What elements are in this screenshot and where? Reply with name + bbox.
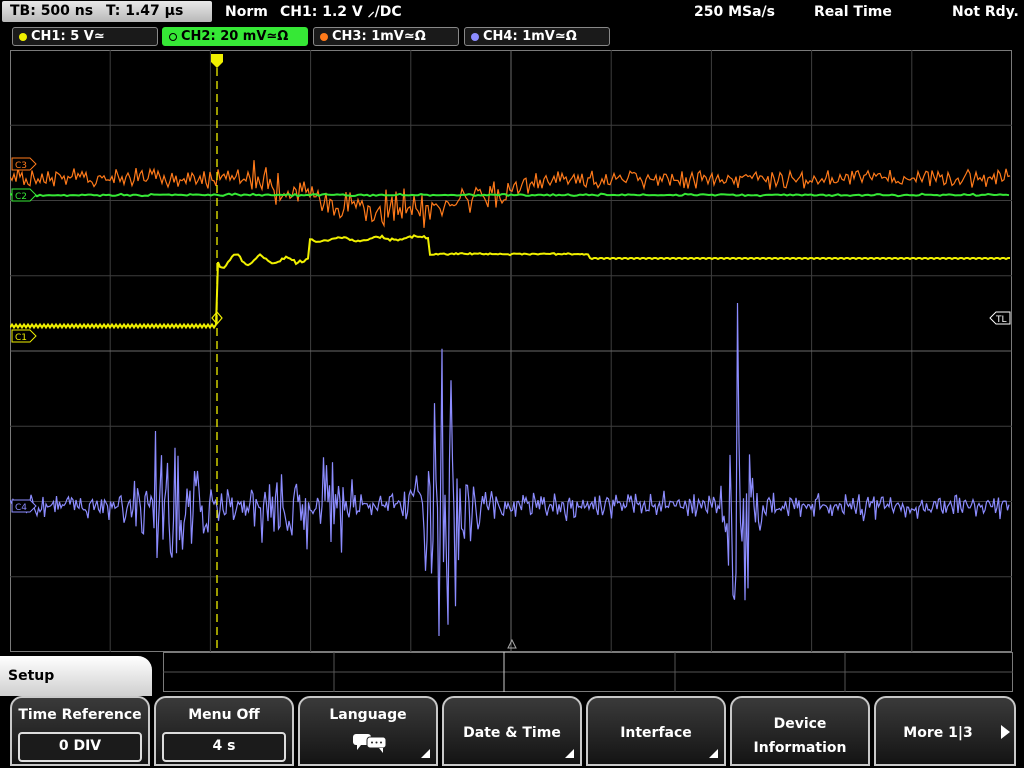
acquisition-state: Not Rdy. (952, 4, 1019, 20)
timebase-readout: TB: 500 ns (10, 3, 94, 19)
date-time-button[interactable]: Date & Time (442, 696, 582, 766)
softkey-label: More 1|3 (903, 725, 973, 741)
ch1-dot-icon (19, 33, 27, 41)
language-button[interactable]: Language (298, 696, 438, 766)
softkey-label: Time Reference (18, 707, 142, 723)
channel-tab-label: CH2: 20 mV≃Ω (181, 29, 289, 44)
channel-tab-ch4[interactable]: CH4: 1mV≃Ω (464, 27, 610, 46)
svg-text:C4: C4 (15, 503, 27, 513)
ch4-dot-icon (471, 33, 479, 41)
device-information-button[interactable]: Device Information (730, 696, 870, 766)
interface-button[interactable]: Interface (586, 696, 726, 766)
trigger-info[interactable]: CH1: 1.2 V ⸝/DC (280, 3, 402, 21)
softkey-label: Device Information (732, 712, 868, 760)
svg-text:TL: TL (995, 315, 1007, 325)
svg-text:C3: C3 (15, 161, 27, 171)
channel-tab-label: CH3: 1mV≃Ω (332, 29, 426, 44)
softkey-label: Menu Off (188, 707, 260, 723)
svg-text:C1: C1 (15, 333, 27, 343)
trigger-mode[interactable]: Norm (225, 3, 268, 21)
acquisition-mode: Real Time (814, 4, 892, 20)
sample-rate: 250 MSa/s (694, 4, 776, 20)
time-reference-value: 0 DIV (18, 732, 142, 762)
channel-tab-label: CH1: 5 V≃ (31, 29, 105, 44)
channel-tab-ch2[interactable]: CH2: 20 mV≃Ω (162, 27, 308, 46)
softkey-label: Interface (620, 725, 692, 741)
speech-bubbles-icon (353, 734, 387, 753)
overview-strip (163, 652, 1013, 692)
softkey-label-line2: Information (753, 740, 847, 756)
menu-off-value: 4 s (162, 732, 286, 762)
submenu-indicator-icon (709, 749, 718, 758)
ch3-dot-icon (320, 33, 328, 41)
next-page-arrow-icon (1001, 725, 1010, 739)
submenu-indicator-icon (565, 749, 574, 758)
menu-title: Setup (0, 656, 152, 696)
submenu-indicator-icon (421, 749, 430, 758)
menu-off-button[interactable]: Menu Off 4 s (154, 696, 294, 766)
ch2-dot-icon (169, 33, 177, 41)
channel-tab-label: CH4: 1mV≃Ω (483, 29, 577, 44)
channel-tab-ch1[interactable]: CH1: 5 V≃ (12, 27, 158, 46)
softkey-label: Date & Time (463, 725, 561, 741)
waveform-display[interactable]: C3 C2 C1 C4 TL (10, 50, 1012, 652)
softkey-label-line1: Device (773, 716, 827, 732)
channel-tab-ch3[interactable]: CH3: 1mV≃Ω (313, 27, 459, 46)
time-reference-button[interactable]: Time Reference 0 DIV (10, 696, 150, 766)
trigger-time-readout: T: 1.47 µs (105, 3, 184, 19)
status-bar: TB: 500 ns T: 1.47 µs Norm CH1: 1.2 V ⸝/… (0, 0, 1024, 24)
timebase-box[interactable]: TB: 500 ns T: 1.47 µs (2, 1, 212, 22)
channel-bar: CH1: 5 V≃ CH2: 20 mV≃Ω CH3: 1mV≃Ω CH4: 1… (0, 26, 1024, 48)
softkey-label: Language (329, 707, 407, 723)
more-button[interactable]: More 1|3 (874, 696, 1016, 766)
svg-text:C2: C2 (15, 192, 27, 202)
